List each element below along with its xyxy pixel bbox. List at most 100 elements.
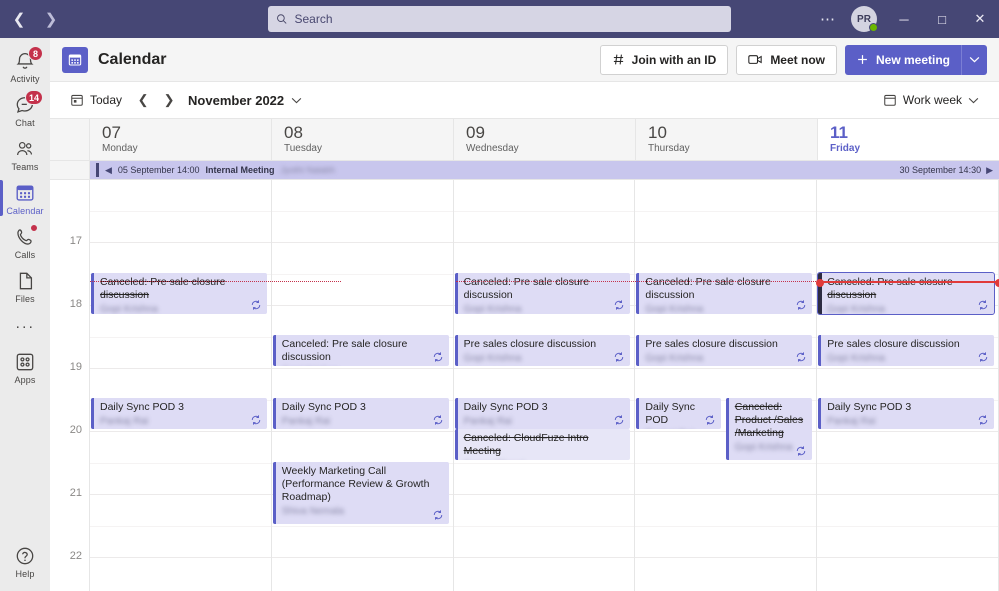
calendar-event[interactable]: Daily Sync POD 3 Pankaj Rai [818,398,994,429]
chat-icon: 14 [14,90,43,116]
recurring-icon [978,352,988,362]
forward-icon[interactable]: ❯ [36,4,66,34]
day-number: 09 [466,123,485,142]
calendar-event[interactable]: Pre sales closure discussion Gopi Krishn… [454,335,631,366]
sidebar-item-activity[interactable]: 8 Activity [0,44,50,88]
title-bar: ❮ ❯ ⋯ PR ─ □ ✕ [0,0,999,38]
sidebar-item-calls[interactable]: Calls [0,220,50,264]
event-organizer: Pankaj Rai [827,416,876,427]
more-options-icon[interactable]: ⋯ [813,4,843,34]
recurring-icon [433,415,442,425]
sidebar-item-teams[interactable]: Teams [0,132,50,176]
recurring-icon [251,300,261,310]
hash-icon [613,54,623,65]
event-organizer: Gopi Krishna [645,304,704,314]
new-meeting-button[interactable]: New meeting [844,44,961,75]
calendar-event[interactable]: Weekly Marketing Call (Performance Revie… [272,462,449,524]
close-button[interactable]: ✕ [961,0,999,38]
file-icon [14,270,36,292]
event-organizer: Gopi Krishna [100,304,158,314]
event-organizer: Pankaj Rai [281,416,331,427]
event-organizer: Gopi Krishna [463,353,522,364]
day-column-friday[interactable]: Canceled: Pre sale closure discussion Go… [817,180,999,591]
sidebar-item-apps[interactable]: Apps [0,345,50,389]
app-body: 8 Activity 14 Chat Teams Calendar Calls … [0,38,999,591]
left-rail: 8 Activity 14 Chat Teams Calendar Calls … [0,38,50,591]
sidebar-more-apps-icon[interactable]: ··· [15,308,35,345]
calendar-event[interactable]: Canceled: Pre sale closure discussion Go… [272,335,449,366]
day-name: Thursday [648,143,690,154]
day-header-tuesday[interactable]: 08 Tuesday [272,119,454,160]
calendar-event[interactable]: Canceled: Product /Sales /Marketing Gopi… [725,398,813,460]
back-icon[interactable]: ❮ [4,4,34,34]
view-switcher-button[interactable]: Work week [875,89,987,111]
time-label: 19 [69,361,82,373]
day-header-thursday[interactable]: 10 Thursday [636,119,818,160]
calendar-event[interactable]: Daily Sync POD Pankaj Rai [636,398,722,429]
day-column-tuesday[interactable]: Canceled: Pre sale closure discussion Go… [271,180,454,591]
all-day-event[interactable]: ◀ 05 September 14:00 Internal Meeting Jy… [90,161,999,179]
search-input[interactable] [294,12,723,26]
sidebar-item-calendar[interactable]: Calendar [0,176,50,220]
all-day-row: ◀ 05 September 14:00 Internal Meeting Jy… [50,161,999,180]
calendar-event[interactable]: Daily Sync POD 3 Pankaj Rai [91,398,267,429]
previous-week-button[interactable]: ❮ [130,88,156,112]
event-title: Daily Sync POD 3 [463,401,548,413]
time-label: 20 [69,424,82,436]
event-organizer: Pankaj Rai [100,416,149,427]
meet-now-button[interactable]: Meet now [736,44,837,75]
calendar-event[interactable]: Canceled: Pre sale closure discussion Go… [454,273,631,314]
event-title: Daily Sync POD 3 [281,401,366,413]
new-meeting-caret-button[interactable] [961,44,987,75]
join-with-id-button[interactable]: Join with an ID [599,44,729,75]
sidebar-item-chat[interactable]: 14 Chat [0,88,50,132]
event-title: Daily Sync POD 3 [100,401,185,413]
calendar-event[interactable]: Daily Sync POD 3 Pankaj Rai [272,398,449,429]
sidebar-label-help: Help [15,569,35,579]
recurring-icon [796,446,806,456]
event-organizer: Gopi Krishna [282,365,443,366]
day-header-friday[interactable]: 11 Friday [818,119,999,160]
sidebar-item-files[interactable]: Files [0,264,50,308]
recurring-icon [978,300,988,310]
day-header-row: 07 Monday 08 Tuesday 09 Wednesday 10 Thu… [50,119,999,161]
calendar-event[interactable]: Daily Sync POD 3 Pankaj Rai [454,398,631,429]
time-label: 22 [69,550,82,562]
event-organizer: Gopi Krishna [827,304,885,314]
day-column-monday[interactable]: Canceled: Pre sale closure discussion Go… [90,180,272,591]
calendar-event[interactable]: Canceled: Pre sale closure discussion Go… [91,273,267,314]
month-picker-button[interactable]: November 2022 [182,93,308,108]
avatar[interactable]: PR [849,4,879,34]
day-header-monday[interactable]: 07 Monday [90,119,272,160]
event-organizer: Shiva Nemala [281,506,345,517]
recurring-icon [796,300,806,310]
chevron-down-icon [969,56,980,63]
day-column-wednesday[interactable]: Canceled: Pre sale closure discussion Go… [453,180,636,591]
recurring-icon [251,415,261,425]
search-box[interactable] [268,6,731,32]
history-nav: ❮ ❯ [4,4,66,34]
maximize-button[interactable]: □ [923,0,961,38]
day-header-wednesday[interactable]: 09 Wednesday [454,119,636,160]
today-button[interactable]: Today [62,89,130,111]
day-name: Tuesday [284,143,322,154]
calendar-event[interactable]: Pre sales closure discussion Gopi Krishn… [818,335,994,366]
calendar-event[interactable]: Canceled: Pre sale closure discussion Go… [636,273,813,314]
chat-badge: 14 [24,90,43,105]
calendar-event[interactable]: Pre sales closure discussion Gopi Krishn… [636,335,813,366]
event-title: Weekly Marketing Call (Performance Revie… [281,465,430,503]
calendar-event-selected[interactable]: Canceled: Pre sale closure discussion Go… [817,272,995,315]
time-grid[interactable]: 17 18 19 20 21 22 Canceled: Pre sale clo… [50,180,999,591]
sidebar-label-teams: Teams [11,162,39,172]
day-number: 07 [102,123,121,142]
calendar-event[interactable]: Canceled: CloudFuze Intro Meeting Sunny … [454,429,631,460]
next-week-button[interactable]: ❯ [156,88,182,112]
join-with-id-label: Join with an ID [631,52,717,67]
sidebar-item-help[interactable]: Help [0,539,50,583]
minimize-button[interactable]: ─ [885,0,923,38]
day-column-thursday[interactable]: Canceled: Pre sale closure discussion Go… [635,180,818,591]
event-title: Canceled: Pre sale closure discussion [645,276,771,301]
app-header: Calendar Join with an ID Meet now New me… [50,38,999,82]
day-number: 08 [284,123,303,142]
work-week-icon [884,94,896,106]
